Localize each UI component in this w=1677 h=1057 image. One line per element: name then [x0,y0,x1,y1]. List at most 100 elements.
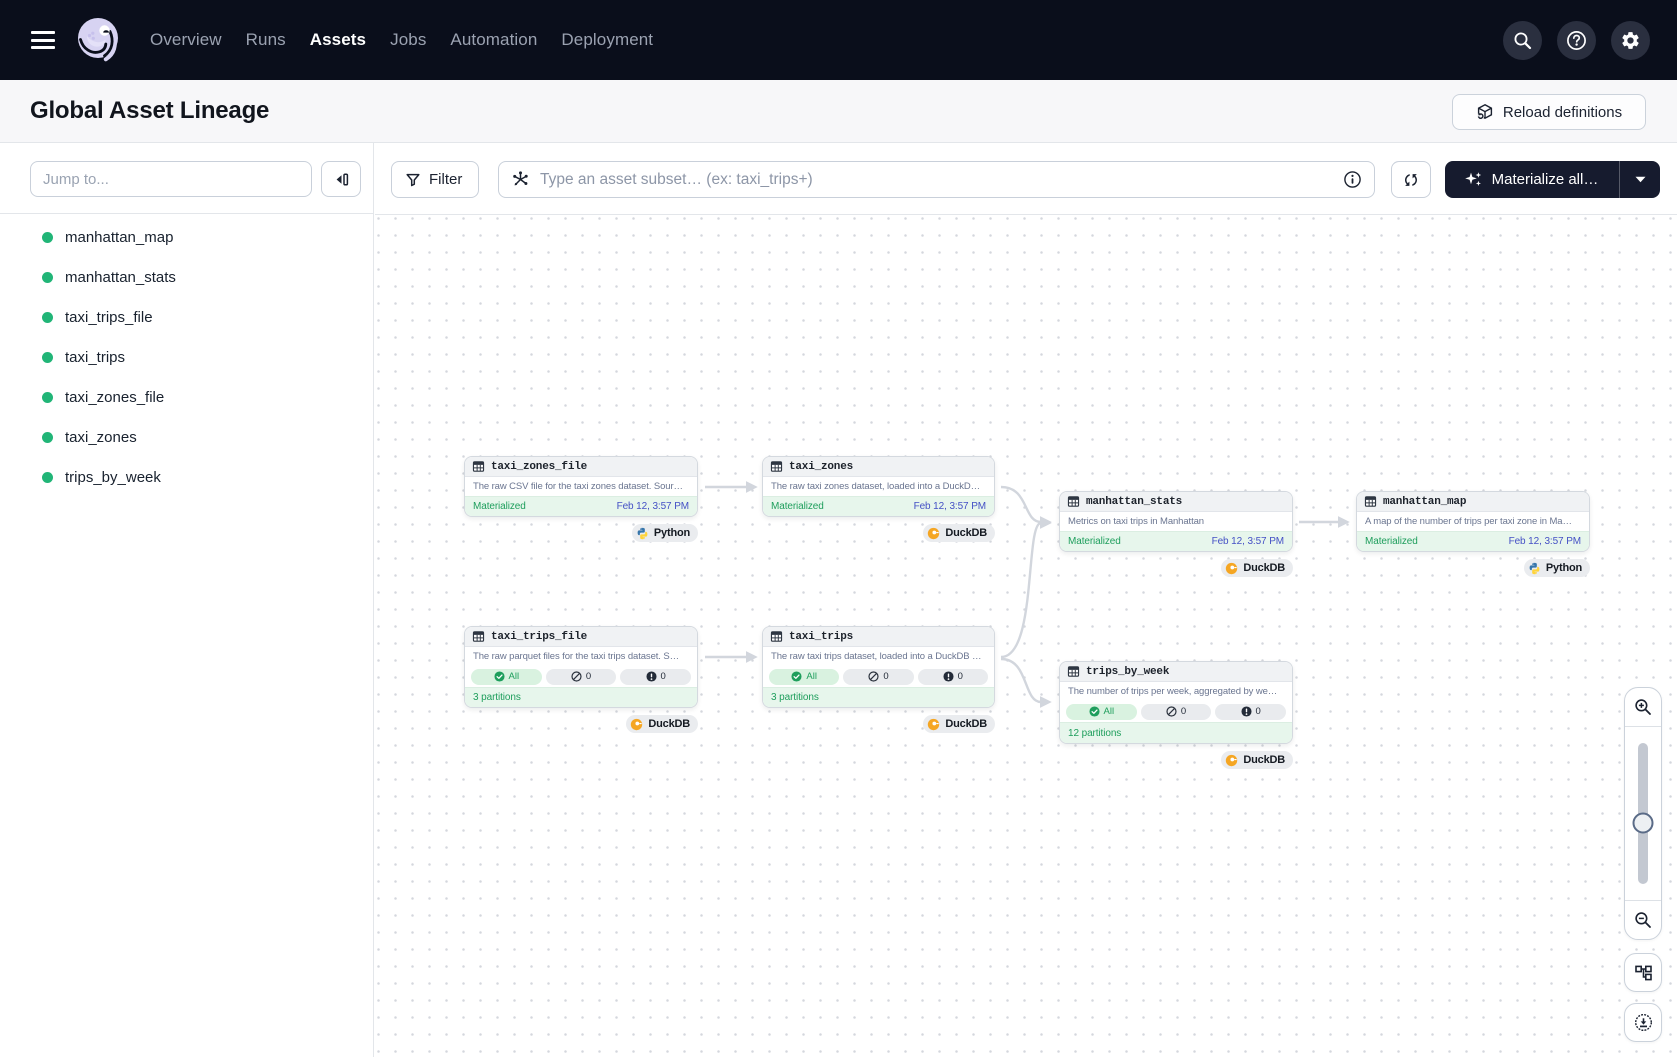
nav-item-deployment[interactable]: Deployment [561,30,653,50]
page-header: Global Asset Lineage Reload definitions [0,80,1677,143]
reload-definitions-button[interactable]: Reload definitions [1452,94,1646,130]
materialized-status-dot [42,232,53,243]
dagster-logo[interactable] [75,17,121,63]
sidebar-asset-taxi_trips[interactable]: taxi_trips [0,337,373,377]
compute-kind-badge-duckdb[interactable]: DuckDB [1221,559,1293,577]
materialized-status-dot [42,352,53,363]
sidebar-toolbar [0,143,373,214]
caret-down-icon [1635,176,1646,183]
compute-kind-badge-python[interactable]: Python [632,524,698,542]
python-logo-icon [1528,562,1541,575]
zoom-slider-handle[interactable] [1633,813,1654,834]
filter-button[interactable]: Filter [391,161,479,198]
info-icon[interactable] [1343,170,1362,189]
nav-item-assets[interactable]: Assets [310,30,366,50]
asset-node-name: manhattan_map [1383,496,1466,508]
materialized-status-label: 3 partitions [771,692,819,703]
sidebar-asset-taxi_zones[interactable]: taxi_zones [0,417,373,457]
partitions-failed-chip: 0 [1215,704,1286,720]
menu-hamburger-icon[interactable] [31,31,55,49]
materialized-status-dot [42,392,53,403]
compute-kind-label: DuckDB [945,527,987,539]
collapse-panel-icon [333,172,350,187]
materialize-dropdown-caret[interactable] [1619,161,1660,198]
sidebar-asset-trips_by_week[interactable]: trips_by_week [0,457,373,497]
asset-node-taxi_trips_file[interactable]: taxi_trips_fileThe raw parquet files for… [464,626,698,708]
compute-kind-badge-python[interactable]: Python [1524,559,1590,577]
help-button[interactable] [1557,21,1596,60]
asset-name: taxi_zones [65,429,137,446]
materialization-timestamp[interactable]: Feb 12, 3:57 PM [1509,536,1581,547]
asset-subset-input[interactable] [540,171,1343,189]
chip-label: 0 [1256,706,1261,717]
failed-circle-icon [1241,706,1252,717]
jump-to-input[interactable] [30,161,312,197]
rearrange-graph-button[interactable] [1624,953,1662,992]
asset-node-header: trips_by_week [1060,662,1292,682]
compute-kind-badge-duckdb[interactable]: DuckDB [923,715,995,733]
search-button[interactable] [1503,21,1542,60]
asset-node-status-bar: 3 partitions [465,687,697,707]
compute-kind-badge-duckdb[interactable]: DuckDB [626,715,698,733]
zoom-slider [1625,727,1661,900]
refresh-button[interactable] [1391,161,1431,198]
asset-node-trips_by_week[interactable]: trips_by_weekThe number of trips per wee… [1059,661,1293,744]
compute-kind-badge-duckdb[interactable]: DuckDB [923,524,995,542]
materialized-status-dot [42,432,53,443]
partitions-missing-chip: 0 [1141,704,1212,720]
nav-item-overview[interactable]: Overview [150,30,222,50]
materialize-all-button[interactable]: Materialize all… [1445,161,1619,198]
sidebar-asset-taxi_trips_file[interactable]: taxi_trips_file [0,297,373,337]
partition-chips: All00 [1060,701,1292,722]
materialization-timestamp[interactable]: Feb 12, 3:57 PM [617,501,689,512]
asset-node-manhattan_stats[interactable]: manhattan_statsMetrics on taxi trips in … [1059,491,1293,552]
materialized-status-dot [42,312,53,323]
sidebar-asset-taxi_zones_file[interactable]: taxi_zones_file [0,377,373,417]
asset-node-taxi_zones_file[interactable]: taxi_zones_fileThe raw CSV file for the … [464,456,698,517]
asset-node-header: taxi_trips [763,627,994,647]
settings-button[interactable] [1611,21,1650,60]
materialization-timestamp[interactable]: Feb 12, 3:57 PM [1212,536,1284,547]
nav-item-automation[interactable]: Automation [450,30,537,50]
asset-node-wrapper-manhattan_stats: manhattan_statsMetrics on taxi trips in … [1059,491,1293,552]
partitions-missing-chip: 0 [546,669,617,685]
compute-kind-label: DuckDB [648,718,690,730]
asset-node-taxi_trips[interactable]: taxi_tripsThe raw taxi trips dataset, lo… [762,626,995,708]
zoom-panel [1624,687,1662,940]
asset-node-status-bar: 3 partitions [763,687,994,707]
graph-layout-icon [1634,963,1653,982]
zoom-out-button[interactable] [1625,900,1661,939]
partitions-materialized-chip: All [471,669,542,685]
asset-node-taxi_zones[interactable]: taxi_zonesThe raw taxi zones dataset, lo… [762,456,995,517]
asset-node-wrapper-manhattan_map: manhattan_mapA map of the number of trip… [1356,491,1590,552]
missing-circle-icon [868,671,879,682]
chip-label: All [509,671,520,682]
download-image-button[interactable] [1624,1003,1662,1042]
duckdb-logo-icon [1225,754,1238,767]
asset-table-icon [1364,495,1377,508]
asset-node-header: taxi_zones_file [465,457,697,477]
reload-definitions-icon [1476,103,1494,121]
asset-name: trips_by_week [65,469,161,486]
asset-selection-icon [511,170,530,189]
compute-kind-badge-duckdb[interactable]: DuckDB [1221,751,1293,769]
sidebar-asset-manhattan_map[interactable]: manhattan_map [0,217,373,257]
nav-item-jobs[interactable]: Jobs [390,30,426,50]
asset-table-icon [472,460,485,473]
asset-node-header: manhattan_map [1357,492,1589,512]
zoom-in-button[interactable] [1625,688,1661,727]
sidebar-asset-manhattan_stats[interactable]: manhattan_stats [0,257,373,297]
nav-item-runs[interactable]: Runs [246,30,286,50]
asset-node-description: The raw taxi trips dataset, loaded into … [763,647,994,666]
settings-icon [1620,30,1641,51]
collapse-sidebar-button[interactable] [321,161,361,197]
lineage-canvas[interactable]: taxi_zones_fileThe raw CSV file for the … [375,216,1677,1057]
asset-list: manhattan_mapmanhattan_statstaxi_trips_f… [0,214,373,497]
top-navigation-bar: Overview Runs Assets Jobs Automation Deployme… [0,0,1677,80]
asset-node-status-bar: MaterializedFeb 12, 3:57 PM [1357,531,1589,551]
duckdb-logo-icon [630,718,643,731]
partitions-materialized-chip: All [1066,704,1137,720]
lineage-toolbar: Filter [375,143,1677,215]
materialization-timestamp[interactable]: Feb 12, 3:57 PM [914,501,986,512]
asset-node-manhattan_map[interactable]: manhattan_mapA map of the number of trip… [1356,491,1590,552]
